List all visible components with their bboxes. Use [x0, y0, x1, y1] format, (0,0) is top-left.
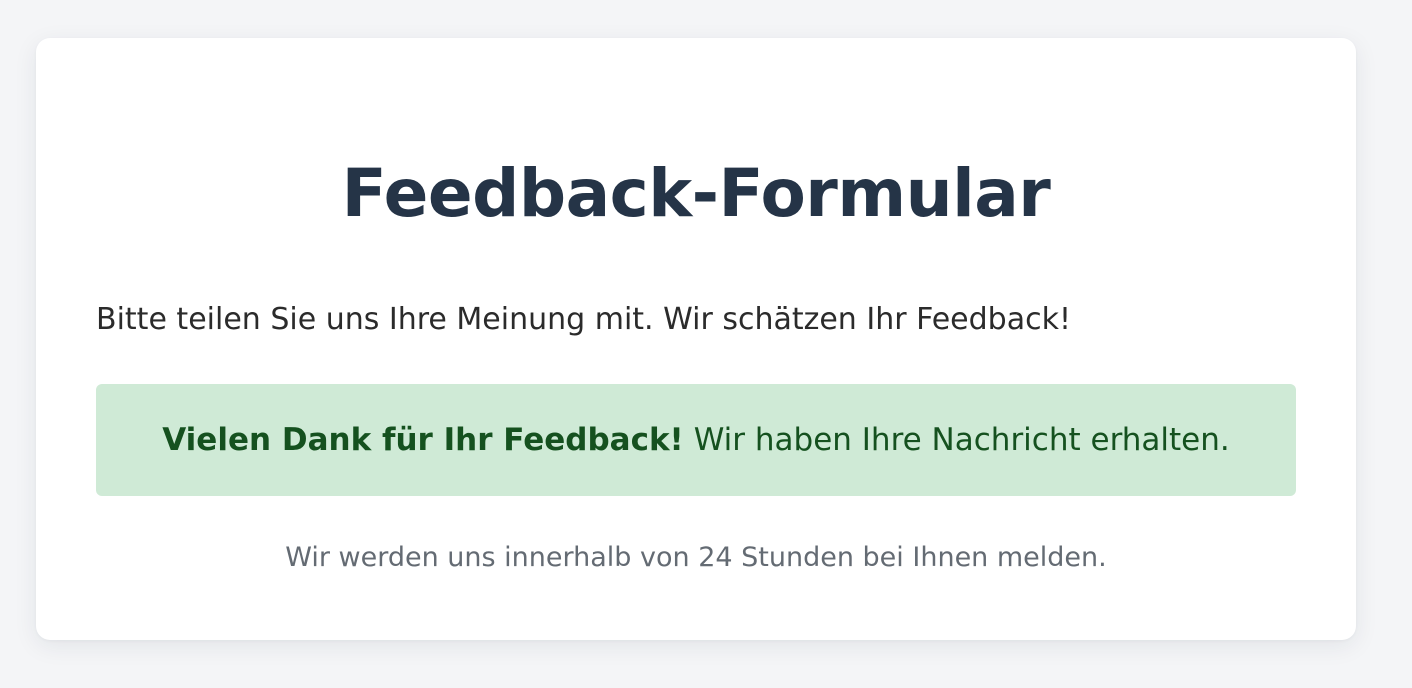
- success-alert: Vielen Dank für Ihr Feedback! Wir haben …: [96, 384, 1296, 496]
- intro-text: Bitte teilen Sie uns Ihre Meinung mit. W…: [96, 302, 1071, 337]
- feedback-card: Feedback-Formular Bitte teilen Sie uns I…: [36, 38, 1356, 640]
- success-alert-message: Wir haben Ihre Nachricht erhalten.: [693, 422, 1230, 458]
- response-time-note: Wir werden uns innerhalb von 24 Stunden …: [285, 542, 1107, 573]
- success-alert-strong: Vielen Dank für Ihr Feedback!: [162, 422, 684, 458]
- page-title: Feedback-Formular: [341, 155, 1051, 232]
